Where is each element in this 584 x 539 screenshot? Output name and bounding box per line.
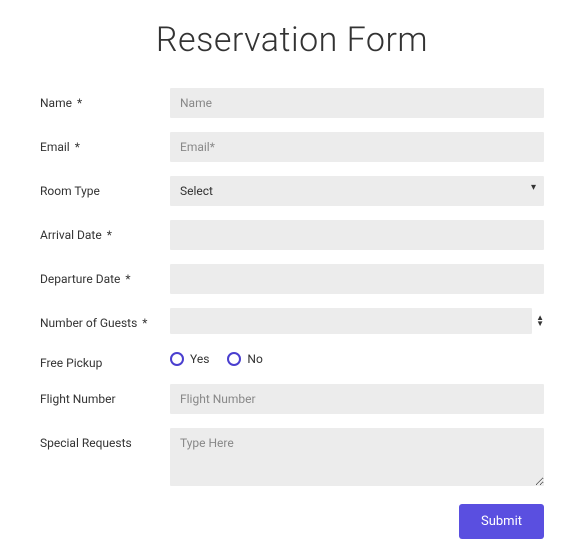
guests-label-text: Number of Guests bbox=[40, 316, 137, 330]
arrival-date-label: Arrival Date * bbox=[40, 220, 170, 242]
required-mark: * bbox=[75, 140, 80, 154]
arrival-date-label-text: Arrival Date bbox=[40, 228, 102, 242]
required-mark: * bbox=[142, 316, 147, 330]
required-mark: * bbox=[107, 228, 112, 242]
email-label: Email * bbox=[40, 132, 170, 154]
special-requests-label: Special Requests bbox=[40, 428, 170, 450]
flight-number-label: Flight Number bbox=[40, 384, 170, 406]
submit-button[interactable]: Submit bbox=[459, 504, 544, 539]
guests-label: Number of Guests * bbox=[40, 308, 170, 330]
name-label-text: Name bbox=[40, 96, 72, 110]
pickup-no-label: No bbox=[247, 352, 262, 366]
page-title: Reservation Form bbox=[40, 20, 544, 60]
pickup-no-radio[interactable]: No bbox=[227, 352, 262, 366]
special-requests-textarea[interactable] bbox=[170, 428, 544, 486]
flight-number-input[interactable] bbox=[170, 384, 544, 414]
required-mark: * bbox=[125, 272, 130, 286]
name-input[interactable] bbox=[170, 88, 544, 118]
guests-stepper: ▲ ▼ bbox=[536, 315, 544, 327]
radio-circle-icon bbox=[227, 352, 241, 366]
email-input[interactable] bbox=[170, 132, 544, 162]
arrival-date-input[interactable] bbox=[170, 220, 544, 250]
room-type-label: Room Type bbox=[40, 176, 170, 198]
email-label-text: Email bbox=[40, 140, 70, 154]
radio-circle-icon bbox=[170, 352, 184, 366]
departure-date-label-text: Departure Date bbox=[40, 272, 120, 286]
pickup-yes-radio[interactable]: Yes bbox=[170, 352, 209, 366]
departure-date-label: Departure Date * bbox=[40, 264, 170, 286]
required-mark: * bbox=[77, 96, 82, 110]
pickup-yes-label: Yes bbox=[190, 352, 209, 366]
guests-input[interactable] bbox=[170, 308, 532, 334]
departure-date-input[interactable] bbox=[170, 264, 544, 294]
name-label: Name * bbox=[40, 88, 170, 110]
guests-stepper-down[interactable]: ▼ bbox=[536, 321, 544, 327]
reservation-form: Name * Email * Room Type Select bbox=[40, 88, 544, 539]
room-type-select[interactable]: Select bbox=[170, 176, 544, 206]
free-pickup-label: Free Pickup bbox=[40, 348, 170, 370]
